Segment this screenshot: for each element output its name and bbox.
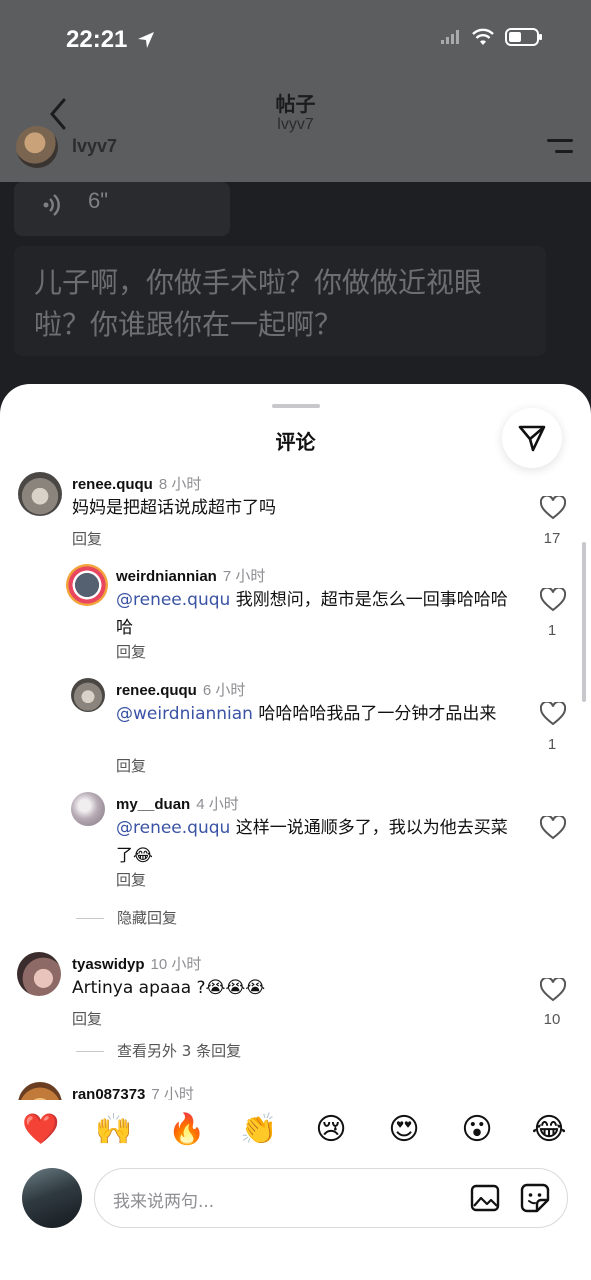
view-more-replies-label: 查看另外 3 条回复 [117,1042,242,1060]
comment-username[interactable]: my__duan 4 小时 [116,793,239,814]
send-icon [518,425,546,452]
emoji-raised-hands[interactable]: 🙌 [95,1112,132,1148]
emoji-crying[interactable]: 😢 [313,1112,349,1148]
view-more-replies-button[interactable]: 查看另外 3 条回复 [76,1040,376,1062]
comment-text: @renee.ququ 我刚想问，超市是怎么一回事哈哈哈哈 [116,590,508,638]
reply-button[interactable]: 回复 [72,1008,102,1029]
avatar[interactable] [66,564,108,606]
hide-replies-label: 隐藏回复 [117,909,178,927]
heart-icon[interactable] [540,816,566,840]
status-bar: 22:21 [0,0,591,80]
emoji-heart[interactable]: ❤️ [22,1112,59,1148]
comment-username[interactable]: renee.ququ 6 小时 [116,679,245,700]
audio-length: 6" [88,188,109,213]
heart-icon[interactable] [540,978,566,1002]
like-count: 1 [547,622,557,639]
sheet-grabber[interactable] [272,404,320,408]
comment-text: @weirdniannian 哈哈哈哈我品了一分钟才品出来 [116,704,497,724]
scrollbar[interactable] [582,542,586,702]
avatar[interactable] [18,472,62,516]
battery-icon [505,28,542,46]
sticker-icon[interactable] [519,1182,551,1214]
comment-username[interactable]: weirdniannian 7 小时 [116,565,265,586]
emoji-fire[interactable]: 🔥 [168,1112,205,1148]
comment-time: 8 小时 [158,476,202,493]
comment-text: Artinya apaaa ?😭😭😭 [72,978,266,998]
audio-message[interactable]: 6" [14,182,230,236]
comment-text: 妈妈是把超话说成超市了吗 [72,498,276,518]
like-count: 1 [547,736,557,753]
comment-input[interactable]: 我来说两句... [94,1168,568,1228]
page-title: 帖子 [275,94,316,116]
avatar[interactable] [71,678,105,712]
status-time: 22:21 [66,26,128,53]
my-avatar [22,1168,82,1228]
mention-link[interactable]: @weirdniannian [116,704,253,724]
heart-icon[interactable] [540,588,566,612]
audio-transcript: 儿子啊，你做手术啦？你做做近视眼啦？你谁跟你在一起啊？ [14,246,546,356]
like-count: 10 [543,1011,561,1028]
mention-link[interactable]: @renee.ququ [116,590,230,610]
image-icon[interactable] [469,1182,501,1214]
location-arrow-icon [138,32,154,48]
comment-placeholder: 我来说两句... [113,1192,215,1212]
comment-time: 7 小时 [222,568,266,585]
comment-username[interactable]: tyaswidyp 10 小时 [72,953,201,974]
reply-button[interactable]: 回复 [116,869,146,890]
emoji-surprised[interactable]: 😮 [459,1112,495,1148]
emoji-laughing[interactable]: 😂 [531,1112,567,1148]
avatar[interactable] [17,952,61,996]
comment-time: 4 小时 [196,796,239,813]
reply-button[interactable]: 回复 [116,755,146,776]
author-avatar[interactable] [16,126,58,168]
heart-icon[interactable] [540,702,566,726]
reply-button[interactable]: 回复 [72,528,102,549]
avatar[interactable] [71,792,105,826]
status-icons [441,28,542,46]
sound-wave-icon [43,194,60,216]
divider [76,918,104,919]
signal-icon [441,30,459,44]
post-header: 帖子 lvyv7 lvyv7 [0,80,591,182]
wifi-icon [472,28,494,45]
like-count: 17 [543,530,561,547]
emoji-bar: ❤️ 🙌 🔥 👏 😢 😍 😮 😂 [0,1100,591,1164]
comment-username[interactable]: renee.ququ 8 小时 [72,473,201,494]
divider [76,1051,104,1052]
heart-icon[interactable] [540,496,566,520]
author-name[interactable]: lvyv7 [72,136,117,157]
menu-icon[interactable] [545,136,575,158]
mention-link[interactable]: @renee.ququ [116,818,230,838]
reply-button[interactable]: 回复 [116,641,146,662]
share-button[interactable] [502,408,562,468]
comment-composer: 我来说两句... [0,1164,591,1280]
comment-text: @renee.ququ 这样一说通顺多了，我以为他去买菜了😂 [116,818,508,866]
emoji-clap[interactable]: 👏 [240,1112,277,1148]
page-subtitle: lvyv7 [277,116,314,133]
comment-time: 6 小时 [202,682,246,699]
hide-replies-button[interactable]: 隐藏回复 [76,907,376,929]
comment-time: 10 小时 [150,956,202,973]
emoji-heart-eyes[interactable]: 😍 [386,1112,422,1148]
